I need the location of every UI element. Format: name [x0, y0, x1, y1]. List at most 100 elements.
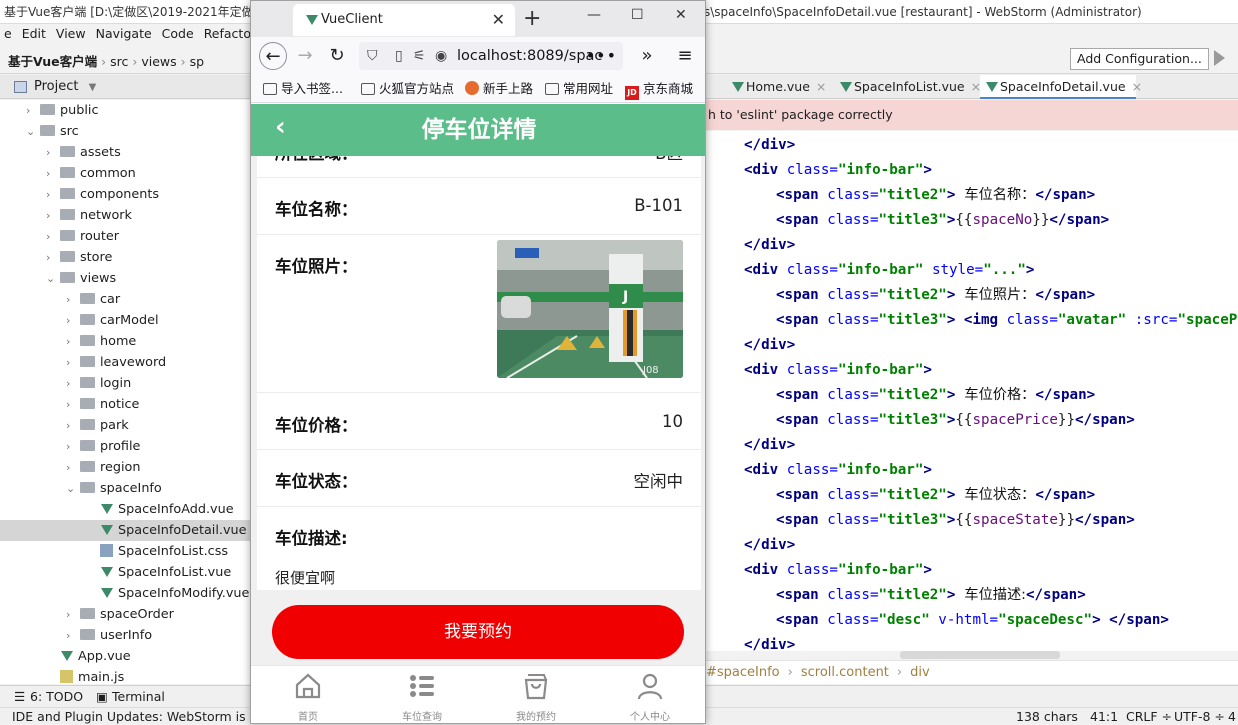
status-cursor-position[interactable]: 41:1: [1090, 708, 1118, 725]
tree-item-home[interactable]: › home: [0, 331, 250, 352]
tree-item-park[interactable]: › park: [0, 415, 250, 436]
tree-item-leaveword[interactable]: › leaveword: [0, 352, 250, 373]
tree-item-carmodel[interactable]: › carModel: [0, 310, 250, 331]
code-crumb-div[interactable]: div: [910, 665, 930, 680]
chevron-right-icon[interactable]: ›: [26, 100, 38, 121]
chevron-right-icon[interactable]: ›: [46, 163, 58, 184]
add-configuration-button[interactable]: Add Configuration...: [1070, 48, 1209, 70]
breadcrumb-src[interactable]: src: [110, 54, 128, 69]
reserve-button[interactable]: 我要预约: [272, 605, 684, 659]
forward-arrow-icon[interactable]: →: [291, 42, 319, 70]
permissions-icon[interactable]: ⚟: [413, 42, 426, 70]
address-bar[interactable]: ⛉ ▯ ⚟ ◉ localhost:8089/spac •••: [359, 42, 623, 70]
browser-tab[interactable]: VueClient ✕: [293, 4, 515, 36]
close-icon[interactable]: ×: [1132, 79, 1142, 94]
tree-item-router[interactable]: › router: [0, 226, 250, 247]
menu-code[interactable]: Code: [162, 24, 200, 44]
tab-space-search[interactable]: 车位查询: [365, 666, 479, 723]
detail-scroll-content[interactable]: 所在区域： B区 车位名称： B-101 车位照片：: [257, 156, 701, 590]
tree-item-car[interactable]: › car: [0, 289, 250, 310]
chevron-right-icon[interactable]: ›: [66, 604, 78, 625]
tab-profile[interactable]: 个人中心: [593, 666, 705, 723]
status-message[interactable]: IDE and Plugin Updates: WebStorm is re: [12, 708, 262, 725]
tree-item-spaceinfoadd-vue[interactable]: SpaceInfoAdd.vue: [0, 499, 250, 520]
menu-edit[interactable]: Edit: [22, 24, 52, 44]
tree-item-views[interactable]: ⌄ views: [0, 268, 250, 289]
chevron-right-icon[interactable]: ›: [66, 394, 78, 415]
bookmark-jd[interactable]: JD 京东商城: [625, 75, 693, 103]
tab-spaceinfodetail-vue[interactable]: SpaceInfoDetail.vue ×: [980, 75, 1142, 99]
menu-view[interactable]: View: [56, 24, 92, 44]
code-editor[interactable]: </div> <div class="info-bar"> <span clas…: [706, 131, 1238, 651]
tree-item-app-vue[interactable]: App.vue: [0, 646, 250, 667]
hamburger-menu-icon[interactable]: ≡: [671, 42, 699, 70]
tab-my-reservations[interactable]: 我的预约: [479, 666, 593, 723]
tab-home[interactable]: 首页: [251, 666, 365, 723]
todo-tool-button[interactable]: 6: TODO: [30, 686, 83, 708]
site-info-icon[interactable]: ◉: [435, 42, 447, 70]
tree-item-components[interactable]: › components: [0, 184, 250, 205]
tree-item-network[interactable]: › network: [0, 205, 250, 226]
chevron-down-icon[interactable]: ▼: [89, 82, 97, 93]
chevron-down-icon[interactable]: ⌄: [46, 268, 58, 289]
tree-item-spaceinfolist-css[interactable]: SpaceInfoList.css: [0, 541, 250, 562]
back-arrow-icon[interactable]: ←: [259, 42, 287, 70]
tree-item-spaceinfo[interactable]: ⌄ spaceInfo: [0, 478, 250, 499]
chevron-right-icon[interactable]: ›: [46, 205, 58, 226]
bookmark-firefox-site[interactable]: 火狐官方站点: [361, 75, 454, 103]
bookmark-import[interactable]: 导入书签...: [263, 75, 343, 103]
overflow-chevron-icon[interactable]: »: [633, 42, 661, 70]
chevron-right-icon[interactable]: ›: [46, 184, 58, 205]
status-line-separator[interactable]: CRLF ÷: [1126, 708, 1172, 725]
reload-icon[interactable]: ↻: [323, 42, 351, 70]
tab-spaceinfolist-vue[interactable]: SpaceInfoList.vue ×: [834, 75, 981, 99]
window-close-icon[interactable]: ✕: [675, 7, 687, 23]
menu-file[interactable]: e: [4, 24, 18, 44]
chevron-right-icon[interactable]: ›: [66, 352, 78, 373]
tree-item-spaceinfolist-vue[interactable]: SpaceInfoList.vue: [0, 562, 250, 583]
close-tab-icon[interactable]: ✕: [492, 4, 505, 36]
tree-item-login[interactable]: › login: [0, 373, 250, 394]
horizontal-scrollbar[interactable]: [900, 651, 1060, 659]
page-actions-icon[interactable]: •••: [586, 42, 617, 70]
chevron-down-icon[interactable]: ⌄: [66, 478, 78, 499]
chevron-down-icon[interactable]: ⌄: [26, 121, 38, 142]
chevron-right-icon[interactable]: ›: [66, 373, 78, 394]
terminal-tool-button[interactable]: Terminal: [112, 686, 165, 708]
tab-home-vue[interactable]: Home.vue ×: [726, 75, 826, 99]
tree-item-userinfo[interactable]: › userInfo: [0, 625, 250, 646]
close-icon[interactable]: ×: [816, 79, 826, 94]
status-encoding[interactable]: UTF-8 ÷: [1174, 708, 1225, 725]
tree-item-public[interactable]: › public: [0, 100, 250, 121]
bookmark-common-sites[interactable]: 常用网址: [545, 75, 613, 103]
breadcrumb-sp[interactable]: sp: [190, 54, 204, 69]
chevron-right-icon[interactable]: ›: [66, 625, 78, 646]
minimize-icon[interactable]: —: [587, 7, 601, 23]
run-icon[interactable]: [1214, 50, 1225, 66]
breadcrumb-views[interactable]: views: [141, 54, 176, 69]
shield-icon[interactable]: ⛉: [367, 42, 378, 70]
maximize-icon[interactable]: ☐: [631, 7, 644, 23]
chevron-right-icon[interactable]: ›: [66, 457, 78, 478]
code-crumb-spaceinfo[interactable]: #spaceInfo: [706, 665, 780, 680]
breadcrumb-project[interactable]: 基于Vue客户端: [8, 54, 97, 69]
tree-item-region[interactable]: › region: [0, 457, 250, 478]
tree-item-spaceorder[interactable]: › spaceOrder: [0, 604, 250, 625]
tree-item-notice[interactable]: › notice: [0, 394, 250, 415]
chevron-right-icon[interactable]: ›: [66, 289, 78, 310]
page-icon[interactable]: ▯: [395, 42, 403, 70]
code-crumb-scroll[interactable]: scroll.content: [801, 665, 889, 680]
chevron-right-icon[interactable]: ›: [66, 436, 78, 457]
back-chevron-icon[interactable]: ‹: [275, 112, 286, 142]
project-panel-header[interactable]: Project ▼: [0, 75, 250, 99]
tree-item-common[interactable]: › common: [0, 163, 250, 184]
chevron-right-icon[interactable]: ›: [66, 310, 78, 331]
menu-navigate[interactable]: Navigate: [96, 24, 158, 44]
tree-item-store[interactable]: › store: [0, 247, 250, 268]
url-text[interactable]: localhost:8089/spac: [457, 48, 602, 64]
new-tab-icon[interactable]: +: [523, 5, 541, 33]
chevron-right-icon[interactable]: ›: [66, 331, 78, 352]
tree-item-main-js[interactable]: main.js: [0, 667, 250, 684]
chevron-right-icon[interactable]: ›: [46, 247, 58, 268]
tree-item-spaceinfomodify-vue[interactable]: SpaceInfoModify.vue: [0, 583, 250, 604]
